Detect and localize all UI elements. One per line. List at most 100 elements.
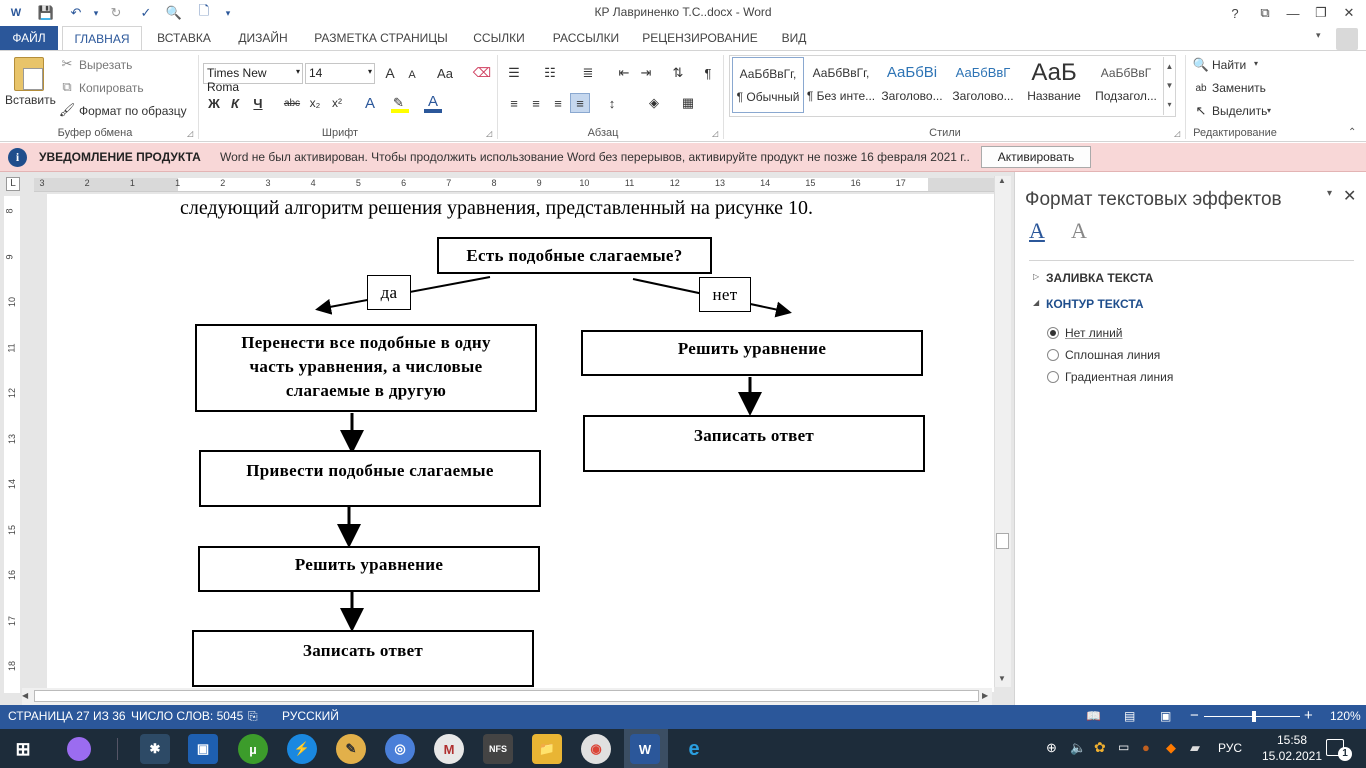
zoom-slider-thumb[interactable] [1252,711,1256,722]
tab-page-layout[interactable]: РАЗМЕТКА СТРАНИЦЫ [308,26,454,50]
grow-font-icon[interactable]: A [380,63,400,83]
tab-references[interactable]: ССЫЛКИ [466,26,532,50]
strikethrough-icon[interactable]: abc [280,93,304,113]
tray-folder-icon[interactable]: ▰ [1190,740,1200,756]
scroll-up-icon[interactable]: ▲ [998,176,1006,185]
find-button[interactable]: Найти [1212,58,1246,72]
underline-icon[interactable]: Ч [248,93,268,113]
vertical-scrollbar[interactable]: ▲ ▼ [994,176,1011,687]
font-name-combo[interactable]: Times New Roma ▾ [203,63,303,94]
copy-button[interactable]: Копировать [79,81,144,95]
section-text-outline[interactable]: КОНТУР ТЕКСТА [1046,297,1144,311]
clock-time[interactable]: 15:58 [1264,733,1320,747]
start-windows-icon[interactable]: ⊞ [8,734,38,764]
style-no-spacing[interactable]: АаБбВвГг, ¶ Без инте... [805,57,877,113]
app-m-icon[interactable]: M [434,734,464,764]
page-count[interactable]: СТРАНИЦА 27 ИЗ 36 [8,709,126,723]
avatar[interactable] [1336,28,1358,50]
align-center-icon[interactable]: ≡ [526,93,546,113]
maximize-button[interactable]: ❐ [1310,2,1332,24]
style-heading-1[interactable]: АаБбВі Заголово... [876,57,948,113]
chrome-icon[interactable]: ◉ [581,734,611,764]
style-heading-2[interactable]: АаБбВвГ Заголово... [947,57,1019,113]
option-gradient-line-label[interactable]: Градиентная линия [1065,370,1173,384]
language-status[interactable]: РУССКИЙ [282,709,339,723]
align-left-icon[interactable]: ≡ [504,93,524,113]
clock-date[interactable]: 15.02.2021 [1256,749,1328,763]
style-title[interactable]: АаБ Название [1018,57,1090,113]
align-right-icon[interactable]: ≡ [548,93,568,113]
shading-icon[interactable]: ◈ [644,93,664,113]
file-explorer-icon[interactable]: 📁 [532,734,562,764]
battery-icon[interactable]: ▭ [1118,740,1129,754]
tab-home[interactable]: ГЛАВНАЯ [62,26,142,51]
app-network-icon[interactable]: ✱ [140,734,170,764]
font-size-combo[interactable]: 14 ▾ [305,63,375,84]
tab-selector-icon[interactable]: L [6,177,20,191]
web-layout-icon[interactable]: ▣ [1160,709,1171,723]
select-dropdown-icon[interactable]: ▾ [1267,106,1271,115]
browser-icon[interactable]: ◎ [385,734,415,764]
lightning-app-icon[interactable]: ⚡ [287,734,317,764]
horizontal-ruler[interactable]: 3 2 1 1 2 3 4 5 6 7 8 9 10 11 12 13 14 15 16 17 [34,178,994,192]
pane-close-icon[interactable]: ✕ [1343,186,1356,206]
sort-icon[interactable]: ⇅ [668,63,688,83]
tab-mailings[interactable]: РАССЫЛКИ [544,26,628,50]
paint-icon[interactable]: ✎ [336,734,366,764]
styles-scroll[interactable]: ▲ ▼ ▾ [1163,57,1175,115]
tab-file[interactable]: ФАЙЛ [0,26,58,50]
word-count[interactable]: ЧИСЛО СЛОВ: 5045 [131,709,243,723]
tab-review[interactable]: РЕЦЕНЗИРОВАНИЕ [638,26,762,50]
bullets-icon[interactable]: ☰ [504,63,524,83]
borders-icon[interactable]: ▦ [678,93,698,113]
cut-button[interactable]: Вырезать [79,58,132,72]
volume-icon[interactable]: 🔈 [1070,740,1086,756]
vertical-ruler[interactable]: 8 9 10 11 12 13 14 15 16 17 18 [4,196,20,693]
paste-button[interactable]: Вставить [5,93,56,107]
activate-button[interactable]: Активировать [981,146,1091,168]
superscript-icon[interactable]: x² [327,93,347,113]
nfs-icon[interactable]: NFS [483,734,513,764]
decrease-indent-icon[interactable]: ⇤ [614,63,634,83]
zoom-in-icon[interactable]: + [1304,707,1313,724]
horizontal-scrollbar[interactable]: ◀ ▶ [22,688,992,705]
scroll-left-icon[interactable]: ◀ [22,691,28,700]
word-taskbar-icon[interactable]: W [630,734,660,764]
highlight-icon[interactable]: ✎ [391,95,413,113]
paste-icon[interactable] [14,57,44,91]
option-no-line-label[interactable]: Нет линий [1065,326,1123,340]
account-dropdown-icon[interactable]: ▾ [1316,30,1332,46]
edge-icon[interactable]: e [679,734,709,764]
tab-design[interactable]: ДИЗАЙН [228,26,298,50]
justify-icon[interactable]: ≡ [570,93,590,113]
numbering-icon[interactable]: ☷ [540,63,560,83]
tray-gear-icon[interactable]: ✿ [1094,739,1106,756]
text-effects-icon[interactable]: A [1071,218,1095,246]
utorrent-icon[interactable]: µ [238,734,268,764]
subscript-icon[interactable]: x₂ [305,93,325,113]
radio-solid-line[interactable] [1047,349,1059,361]
scroll-right-icon[interactable]: ▶ [982,691,988,700]
proofing-icon[interactable]: ⎘ [248,709,258,724]
paragraph-launcher-icon[interactable]: ◿ [712,129,718,138]
section-text-fill[interactable]: ЗАЛИВКА ТЕКСТА [1046,271,1153,285]
expand-arrow-icon[interactable]: ▷ [1033,272,1039,281]
font-color-icon[interactable]: A [424,93,446,113]
cortana-icon[interactable] [67,737,91,761]
scroll-down-icon[interactable]: ▼ [998,674,1006,683]
zoom-level[interactable]: 120% [1330,709,1361,723]
avast-icon[interactable]: ◆ [1166,740,1176,756]
italic-icon[interactable]: К [225,93,245,113]
document-page[interactable]: следующий алгоритм решения уравнения, пр… [47,194,994,692]
collapse-ribbon-icon[interactable]: ⌃ [1348,127,1356,138]
tab-view[interactable]: ВИД [772,26,816,50]
line-spacing-icon[interactable]: ↕ [602,93,622,113]
network-icon[interactable]: ⊕ [1046,740,1057,756]
ribbon-display-button[interactable]: ⧉ [1254,2,1276,24]
minimize-button[interactable]: — [1282,2,1304,24]
print-layout-icon[interactable]: ▤ [1124,709,1135,723]
radio-gradient-line[interactable] [1047,371,1059,383]
tray-app-icon[interactable]: ● [1142,740,1150,755]
style-normal[interactable]: АаБбВвГг, ¶ Обычный [732,57,804,113]
style-subtitle[interactable]: АаБбВвГ Подзагол... [1090,57,1162,113]
